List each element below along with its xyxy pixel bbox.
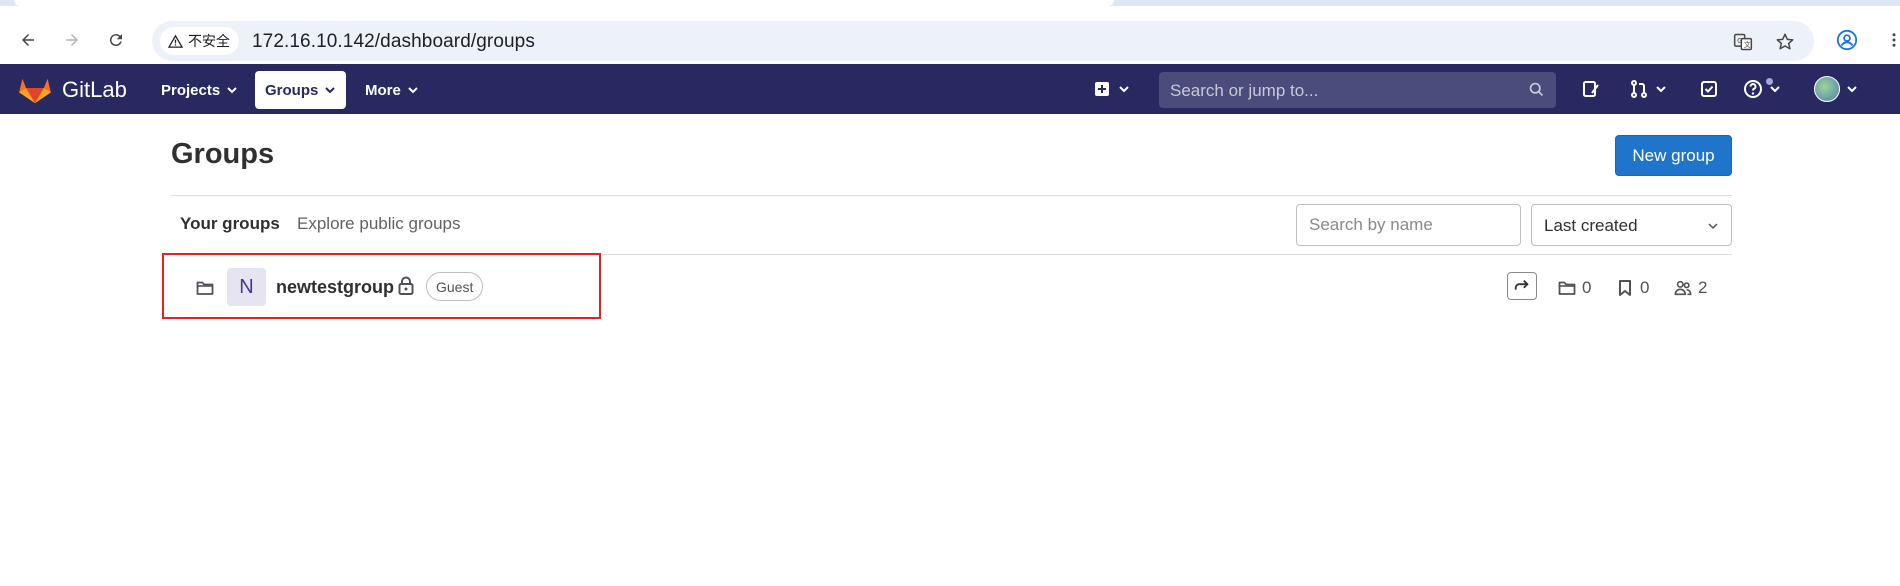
nav-groups-label: Groups: [265, 81, 319, 99]
back-icon[interactable]: [12, 24, 44, 56]
subgroups-count: 0: [1558, 278, 1591, 298]
gitlab-header: GitLab Projects Groups More Search or ju…: [0, 64, 1900, 114]
members-count-value: 2: [1698, 278, 1708, 297]
subgroups-count-value: 0: [1582, 278, 1592, 297]
question-icon: [1744, 80, 1762, 98]
chevron-down-icon: [227, 87, 237, 94]
members-count: 2: [1674, 278, 1707, 298]
issues-icon: [1583, 81, 1599, 97]
sort-dropdown[interactable]: Last created: [1531, 204, 1732, 246]
highlight-annotation-box: [162, 253, 601, 319]
nav-projects-label: Projects: [161, 81, 221, 99]
leave-group-button[interactable]: [1507, 272, 1537, 300]
new-group-button[interactable]: New group: [1615, 135, 1732, 176]
warning-icon: [168, 34, 183, 48]
global-search-placeholder: Search or jump to...: [1170, 81, 1319, 100]
todos-button[interactable]: [1699, 77, 1719, 101]
svg-text:文: 文: [1744, 40, 1751, 49]
group-search-input[interactable]: [1296, 204, 1521, 246]
users-icon: [1674, 280, 1692, 296]
chevron-down-icon: [1656, 86, 1666, 93]
reload-icon[interactable]: [100, 24, 132, 56]
chevron-down-icon: [408, 87, 418, 94]
projects-count-value: 0: [1640, 278, 1650, 297]
folder-icon: [1558, 281, 1576, 295]
create-new-menu[interactable]: [1092, 77, 1130, 101]
help-menu[interactable]: [1743, 77, 1781, 101]
merge-requests-button[interactable]: [1629, 77, 1667, 101]
nav-more-label: More: [365, 81, 401, 99]
browser-toolbar: 不安全 172.16.10.142/dashboard/groups G文: [0, 6, 1900, 64]
profile-icon[interactable]: [1835, 28, 1859, 52]
brand-name: GitLab: [62, 77, 127, 102]
nav-groups[interactable]: Groups: [255, 71, 347, 109]
bookmark-icon: [1619, 280, 1631, 296]
todo-checkbox-icon: [1701, 81, 1717, 97]
page-title: Groups: [171, 138, 275, 170]
user-menu[interactable]: [1814, 76, 1858, 102]
leave-arrow-icon: [1514, 279, 1529, 290]
gitlab-tanuki-icon: [19, 78, 51, 104]
tab-your-groups[interactable]: Your groups: [180, 214, 280, 234]
global-search[interactable]: Search or jump to...: [1159, 72, 1556, 108]
chevron-down-icon: [1847, 86, 1857, 93]
issues-button[interactable]: [1581, 77, 1601, 101]
browser-menu-icon[interactable]: [1882, 28, 1900, 52]
nav-projects[interactable]: Projects: [151, 71, 248, 109]
sort-selected-label: Last created: [1544, 216, 1638, 235]
merge-request-icon: [1631, 80, 1647, 98]
security-label: 不安全: [188, 33, 230, 49]
tab-explore-public-groups[interactable]: Explore public groups: [297, 214, 460, 234]
nav-more[interactable]: More: [355, 71, 429, 109]
notification-dot: [1765, 77, 1774, 86]
url-text[interactable]: 172.16.10.142/dashboard/groups: [252, 31, 535, 53]
forward-icon[interactable]: [56, 24, 88, 56]
projects-count: 0: [1616, 278, 1649, 298]
translate-icon[interactable]: G文: [1732, 31, 1754, 53]
user-avatar: [1814, 76, 1840, 102]
plus-square-icon: [1095, 82, 1109, 96]
address-bar[interactable]: 不安全 172.16.10.142/dashboard/groups G文: [152, 21, 1814, 61]
chevron-down-icon: [1119, 86, 1129, 93]
divider: [171, 195, 1732, 196]
security-chip[interactable]: 不安全: [160, 27, 239, 55]
bookmark-star-icon[interactable]: [1774, 31, 1796, 53]
svg-text:G: G: [1737, 37, 1742, 45]
search-icon: [1529, 82, 1544, 97]
chevron-down-icon: [325, 87, 336, 94]
gitlab-home-link[interactable]: GitLab: [18, 76, 127, 104]
chevron-down-icon: [1708, 223, 1718, 230]
